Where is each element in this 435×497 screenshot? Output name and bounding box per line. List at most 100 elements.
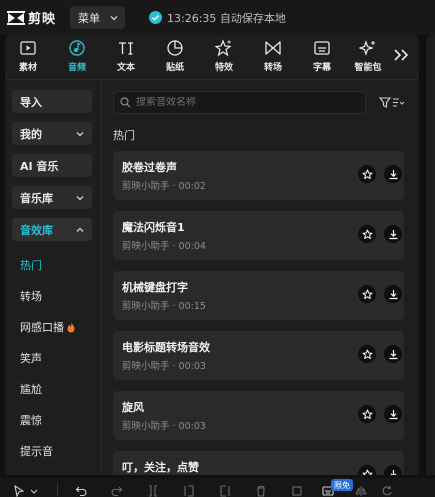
text-icon (119, 42, 133, 55)
sidebar-sub-label: 笑声 (20, 352, 42, 365)
sidebar-item-mine[interactable]: 我的 (12, 122, 92, 145)
sidebar-divider (101, 80, 102, 475)
media-panel: 素材 音频 文本 贴纸 特效 转场 字幕 智能包 导入 我的 AI 音乐 音乐库… (5, 35, 419, 475)
tab-label: 智能包 (354, 63, 382, 73)
star-icon (362, 169, 372, 179)
smart-icon (359, 40, 375, 56)
sound-item[interactable]: 叮，关注，点赞 (113, 451, 404, 475)
download-button[interactable] (384, 345, 402, 363)
check-circle-icon (149, 11, 163, 24)
sidebar-sub-hot[interactable]: 热门 (20, 257, 42, 273)
tab-smart[interactable]: 智能包 (345, 39, 391, 77)
undo-icon[interactable] (75, 485, 87, 497)
split-right-icon[interactable] (219, 485, 231, 497)
star-icon (362, 469, 372, 475)
menu-dropdown[interactable]: 菜单 (70, 6, 126, 29)
sidebar-item-label: 导入 (20, 95, 42, 109)
autosave-status: 13:26:35 自动保存本地 (149, 10, 286, 26)
search-icon (120, 97, 131, 108)
filter-icon[interactable] (379, 96, 405, 109)
double-chevron-right-icon[interactable] (391, 47, 411, 63)
sidebar-item-sfx-library[interactable]: 音效库 (12, 218, 92, 241)
download-button[interactable] (384, 405, 402, 423)
menu-label: 菜单 (78, 11, 101, 25)
chevron-down-icon[interactable] (30, 485, 38, 497)
sidebar-sub-prompt[interactable]: 提示音 (20, 443, 53, 459)
sidebar-sub-label: 尴尬 (20, 383, 42, 396)
star-icon (362, 289, 372, 299)
tab-text[interactable]: 文本 (103, 39, 149, 77)
favorite-button[interactable] (358, 225, 376, 243)
tab-label: 字幕 (312, 63, 331, 73)
sound-title: 胶卷过卷声 (122, 161, 177, 174)
sidebar-sub-shock[interactable]: 震惊 (20, 412, 42, 428)
crop-icon[interactable] (291, 485, 303, 497)
sidebar-item-import[interactable]: 导入 (12, 90, 92, 113)
audio-icon (69, 40, 85, 56)
download-button[interactable] (384, 285, 402, 303)
tab-label: 转场 (263, 63, 282, 73)
tab-effects[interactable]: 特效 (201, 39, 247, 77)
sidebar-sub-laugh[interactable]: 笑声 (20, 350, 42, 366)
sound-meta: 剪映小助手 · 00:15 (122, 301, 206, 312)
audio-sidebar: 导入 我的 AI 音乐 音乐库 音效库 热门 转场 网感口播 笑声 尴尬 震惊 … (12, 90, 99, 475)
tab-label: 音频 (67, 63, 86, 73)
sidebar-sub-label: 热门 (20, 259, 42, 272)
tab-media[interactable]: 素材 (5, 39, 51, 77)
star-icon (362, 349, 372, 359)
sidebar-item-music-library[interactable]: 音乐库 (12, 186, 92, 209)
download-icon (390, 469, 396, 475)
capcut-logo-icon (7, 10, 25, 25)
tab-audio[interactable]: 音频 (54, 39, 100, 77)
sound-title: 机械键盘打字 (122, 281, 188, 294)
split-left-icon[interactable] (183, 485, 195, 497)
redo-icon[interactable] (111, 485, 123, 497)
free-badge: 限免 (331, 479, 353, 491)
sound-item[interactable]: 旋风 剪映小助手 · 00:03 (113, 391, 404, 440)
search-box[interactable] (113, 91, 366, 114)
section-title: 热门 (113, 129, 135, 142)
sound-title: 旋风 (122, 401, 144, 414)
favorite-button[interactable] (358, 405, 376, 423)
mirror-icon[interactable] (355, 485, 367, 497)
tab-subtitle[interactable]: 字幕 (299, 39, 345, 77)
sound-item[interactable]: 魔法闪烁音1 剪映小助手 · 00:04 (113, 211, 404, 260)
download-button[interactable] (384, 165, 402, 183)
sound-title: 电影标题转场音效 (122, 341, 210, 354)
sidebar-sub-transition[interactable]: 转场 (20, 288, 42, 304)
download-button[interactable] (384, 225, 402, 243)
tab-label: 贴纸 (165, 63, 184, 73)
right-panel-edge (426, 35, 435, 475)
sidebar-item-ai-music[interactable]: AI 音乐 (12, 154, 92, 177)
select-cursor-icon[interactable] (13, 485, 25, 497)
transition-icon (265, 41, 281, 55)
tab-sticker[interactable]: 贴纸 (152, 39, 198, 77)
sidebar-sub-label: 网感口播 (20, 321, 64, 334)
media-icon (20, 41, 36, 55)
sidebar-sub-awkward[interactable]: 尴尬 (20, 381, 42, 397)
sidebar-sub-label: 提示音 (20, 445, 53, 458)
search-input[interactable] (136, 97, 346, 108)
download-icon (389, 409, 397, 419)
split-icon[interactable] (147, 485, 159, 497)
sidebar-item-label: 音乐库 (20, 191, 53, 205)
sound-item[interactable]: 电影标题转场音效 剪映小助手 · 00:03 (113, 331, 404, 380)
download-button[interactable] (384, 465, 402, 475)
tab-transition[interactable]: 转场 (250, 39, 296, 77)
download-icon (389, 349, 397, 359)
download-icon (389, 289, 397, 299)
favorite-button[interactable] (358, 285, 376, 303)
favorite-button[interactable] (358, 345, 376, 363)
delete-icon[interactable] (255, 485, 267, 497)
rotate-icon[interactable] (381, 485, 393, 497)
sound-item[interactable]: 胶卷过卷声 剪映小助手 · 00:02 (113, 151, 404, 200)
tab-label: 特效 (214, 63, 233, 73)
subtitle-icon (314, 41, 330, 55)
sound-title: 叮，关注，点赞 (122, 461, 199, 474)
sidebar-sub-label: 转场 (20, 290, 42, 303)
sound-item[interactable]: 机械键盘打字 剪映小助手 · 00:15 (113, 271, 404, 320)
sidebar-sub-voiceover[interactable]: 网感口播 (20, 319, 76, 335)
favorite-button[interactable] (358, 165, 376, 183)
favorite-button[interactable] (358, 465, 376, 475)
timeline-toolbar (0, 478, 435, 497)
